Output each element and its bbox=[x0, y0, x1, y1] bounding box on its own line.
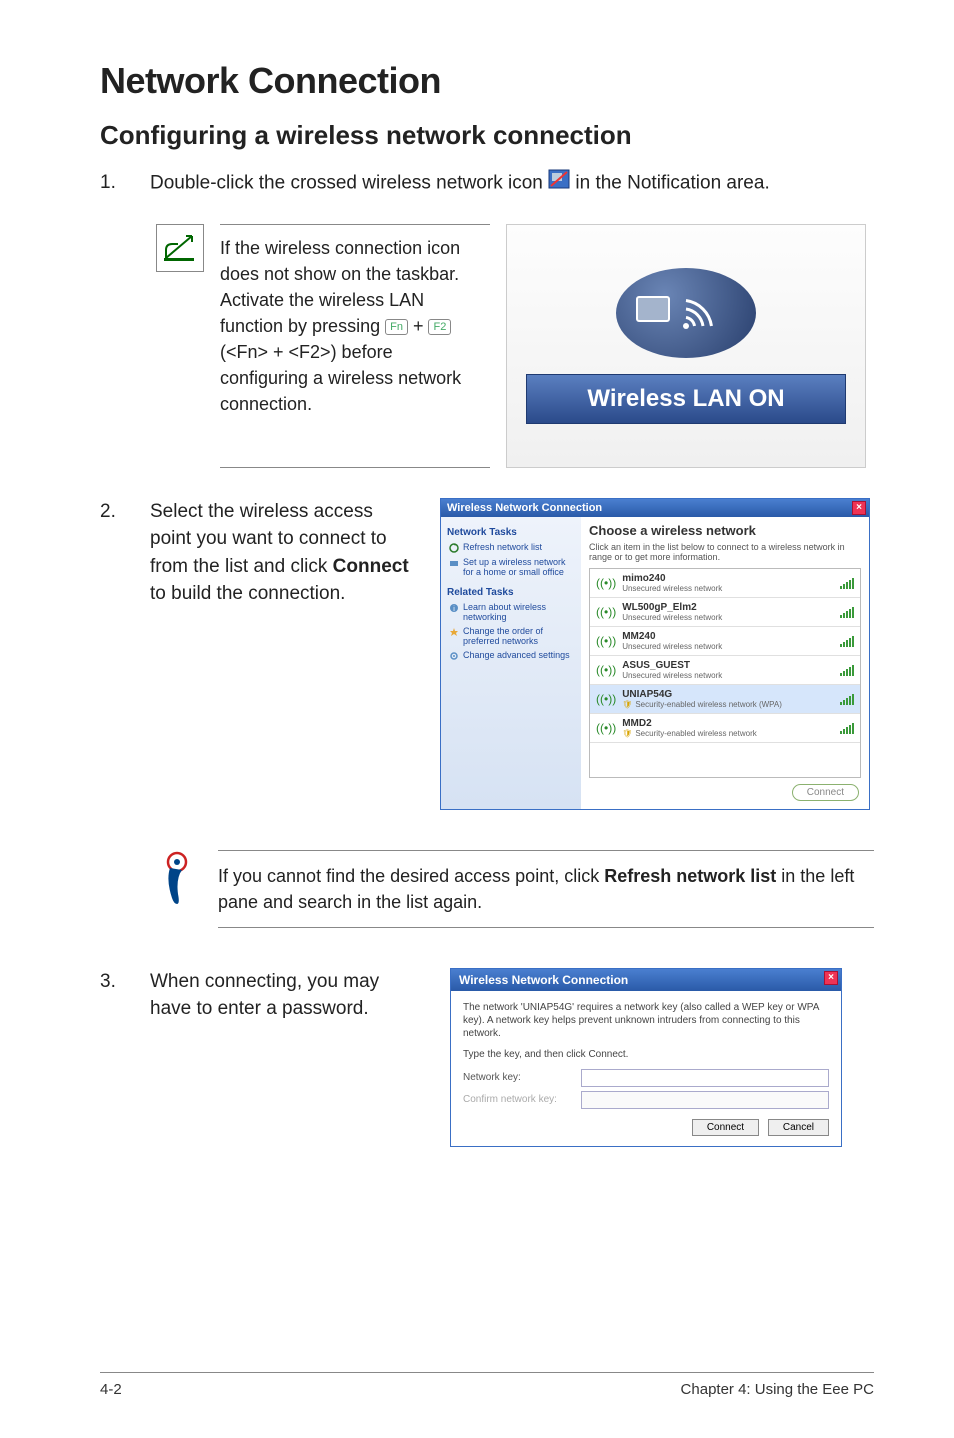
chapter-label: Chapter 4: Using the Eee PC bbox=[681, 1381, 874, 1398]
page-number: 4-2 bbox=[100, 1381, 122, 1398]
wifi-icon: ((•)) bbox=[596, 721, 616, 735]
network-item[interactable]: ((•)) MMD2 🛡Security-enabled wireless ne… bbox=[590, 714, 860, 743]
wlan-on-image: Wireless LAN ON bbox=[506, 224, 866, 468]
advanced-settings-link[interactable]: Change advanced settings bbox=[449, 650, 575, 661]
page-title: Network Connection bbox=[100, 60, 874, 102]
star-icon bbox=[449, 627, 459, 637]
cancel-button[interactable]: Cancel bbox=[768, 1119, 829, 1136]
setup-label: Set up a wireless network for a home or … bbox=[463, 557, 575, 577]
refresh-label: Refresh network list bbox=[463, 542, 542, 552]
wnc-title: Wireless Network Connection bbox=[447, 502, 602, 514]
network-security: Unsecured wireless network bbox=[622, 584, 834, 593]
choose-network-sub: Click an item in the list below to conne… bbox=[589, 542, 861, 562]
signal-bars-icon bbox=[840, 722, 854, 734]
step-1-text-after: in the Notification area. bbox=[575, 172, 769, 193]
network-name: UNIAP54G bbox=[622, 689, 834, 700]
network-tasks-heading: Network Tasks bbox=[447, 527, 575, 538]
related-tasks-heading: Related Tasks bbox=[447, 587, 575, 598]
network-item[interactable]: ((•)) MM240 Unsecured wireless network bbox=[590, 627, 860, 656]
shield-icon: 🛡 bbox=[622, 729, 632, 738]
network-security: Security-enabled wireless network (WPA) bbox=[635, 700, 782, 709]
refresh-icon bbox=[449, 543, 459, 553]
signal-bars-icon bbox=[840, 664, 854, 676]
refresh-network-list-link[interactable]: Refresh network list bbox=[449, 542, 575, 553]
fn-key-icon: Fn bbox=[385, 319, 408, 335]
signal-bars-icon bbox=[840, 577, 854, 589]
signal-bars-icon bbox=[840, 693, 854, 705]
network-list[interactable]: ((•)) mimo240 Unsecured wireless network… bbox=[589, 568, 861, 778]
password-dialog: Wireless Network Connection × The networ… bbox=[450, 968, 842, 1147]
adv-label: Change advanced settings bbox=[463, 650, 570, 660]
wifi-icon: ((•)) bbox=[596, 634, 616, 648]
learn-wireless-link[interactable]: i Learn about wireless networking bbox=[449, 602, 575, 622]
wlan-on-label: Wireless LAN ON bbox=[526, 374, 846, 424]
pwd-message: The network 'UNIAP54G' requires a networ… bbox=[463, 1001, 829, 1040]
section-heading: Configuring a wireless network connectio… bbox=[100, 120, 874, 151]
wifi-icon: ((•)) bbox=[596, 576, 616, 590]
signal-bars-icon bbox=[840, 635, 854, 647]
tip-bold: Refresh network list bbox=[604, 866, 776, 886]
wifi-icon: ((•)) bbox=[596, 692, 616, 706]
network-security: Unsecured wireless network bbox=[622, 613, 834, 622]
setup-network-link[interactable]: Set up a wireless network for a home or … bbox=[449, 557, 575, 577]
step-1-text-before: Double-click the crossed wireless networ… bbox=[150, 172, 548, 193]
f2-key-icon: F2 bbox=[428, 319, 451, 335]
network-security: Unsecured wireless network bbox=[622, 642, 834, 651]
change-order-link[interactable]: Change the order of preferred networks bbox=[449, 626, 575, 646]
crossed-wireless-icon bbox=[548, 169, 570, 198]
connect-button[interactable]: Connect bbox=[792, 784, 859, 801]
pwd-title: Wireless Network Connection bbox=[459, 973, 628, 987]
note-text-b: (<Fn> + <F2>) before configuring a wirel… bbox=[220, 342, 461, 414]
network-security: Security-enabled wireless network bbox=[635, 729, 756, 738]
plus-text: + bbox=[413, 316, 429, 336]
wifi-icon: ((•)) bbox=[596, 663, 616, 677]
wireless-connection-dialog: Wireless Network Connection × Network Ta… bbox=[440, 498, 870, 810]
network-key-label: Network key: bbox=[463, 1072, 573, 1083]
monitor-icon bbox=[636, 296, 670, 322]
network-item[interactable]: ((•)) mimo240 Unsecured wireless network bbox=[590, 569, 860, 598]
network-name: mimo240 bbox=[622, 573, 834, 584]
close-icon[interactable]: × bbox=[824, 971, 838, 985]
step-2-text-b: to build the connection. bbox=[150, 583, 345, 604]
choose-network-heading: Choose a wireless network bbox=[589, 523, 861, 538]
network-item[interactable]: ((•)) ASUS_GUEST Unsecured wireless netw… bbox=[590, 656, 860, 685]
note-text: If the wireless connection icon does not… bbox=[220, 224, 490, 468]
network-name: WL500gP_Elm2 bbox=[622, 602, 834, 613]
tip-text-a: If you cannot find the desired access po… bbox=[218, 866, 604, 886]
network-name: MM240 bbox=[622, 631, 834, 642]
confirm-key-input bbox=[581, 1091, 829, 1109]
info-icon: i bbox=[449, 603, 459, 613]
order-label: Change the order of preferred networks bbox=[463, 626, 575, 646]
tip-icon bbox=[156, 850, 198, 911]
shield-icon: 🛡 bbox=[622, 700, 632, 709]
close-icon[interactable]: × bbox=[852, 501, 866, 515]
network-name: ASUS_GUEST bbox=[622, 660, 834, 671]
network-item[interactable]: ((•)) WL500gP_Elm2 Unsecured wireless ne… bbox=[590, 598, 860, 627]
tip-text: If you cannot find the desired access po… bbox=[218, 850, 874, 928]
pwd-type-message: Type the key, and then click Connect. bbox=[463, 1048, 829, 1061]
step-2-number: 2. bbox=[100, 498, 120, 810]
step-3-number: 3. bbox=[100, 968, 120, 1147]
step-1-number: 1. bbox=[100, 169, 120, 198]
learn-label: Learn about wireless networking bbox=[463, 602, 575, 622]
connect-button[interactable]: Connect bbox=[692, 1119, 759, 1136]
wifi-icon: ((•)) bbox=[596, 605, 616, 619]
network-key-input[interactable] bbox=[581, 1069, 829, 1087]
step-2-bold: Connect bbox=[333, 556, 409, 577]
setup-icon bbox=[449, 558, 459, 568]
network-name: MMD2 bbox=[622, 718, 834, 729]
confirm-key-label: Confirm network key: bbox=[463, 1094, 573, 1105]
signal-bars-icon bbox=[840, 606, 854, 618]
note-icon bbox=[156, 224, 204, 272]
step-3-text: When connecting, you may have to enter a… bbox=[150, 968, 420, 1147]
gear-icon bbox=[449, 651, 459, 661]
network-security: Unsecured wireless network bbox=[622, 671, 834, 680]
step-1: 1. Double-click the crossed wireless net… bbox=[100, 169, 874, 198]
network-item[interactable]: ((•)) UNIAP54G 🛡Security-enabled wireles… bbox=[590, 685, 860, 714]
